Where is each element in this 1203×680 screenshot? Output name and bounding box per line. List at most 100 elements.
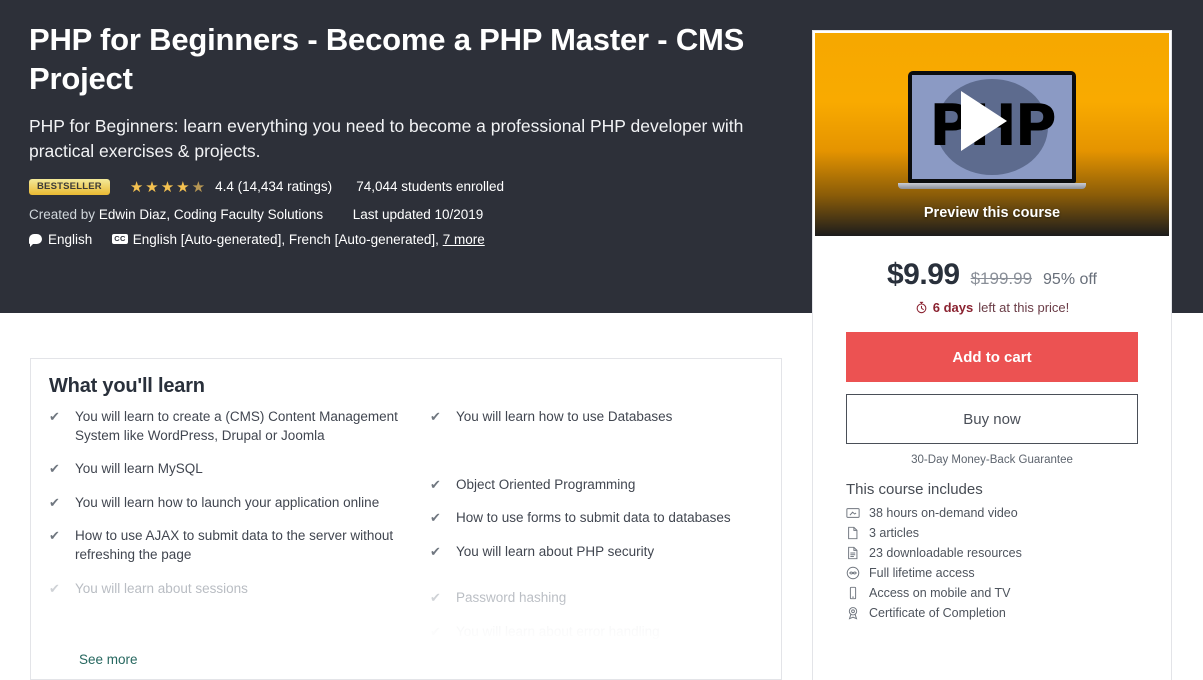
include-item: 38 hours on-demand video <box>846 503 1138 523</box>
learn-item-text: You will learn about error handling <box>456 623 660 639</box>
article-icon <box>848 526 858 540</box>
page-title: PHP for Beginners - Become a PHP Master … <box>29 22 745 97</box>
mobile-icon <box>849 586 857 600</box>
rating-number: 4.4 <box>215 179 234 195</box>
check-icon: ✔ <box>49 409 60 424</box>
created-by-label: Created by <box>29 206 96 222</box>
learn-item-text: You will learn about PHP security <box>456 543 655 559</box>
add-to-cart-button[interactable]: Add to cart <box>846 332 1138 382</box>
check-icon: ✔ <box>430 476 441 492</box>
original-price: $199.99 <box>970 269 1033 288</box>
preview-label: Preview this course <box>923 205 1061 221</box>
check-icon: ✔ <box>49 580 60 596</box>
learn-column-left: ✔ You will learn to create a (CMS) Conte… <box>49 407 406 655</box>
deadline-text: left at this price! <box>978 300 1070 315</box>
buy-now-button[interactable]: Buy now <box>846 394 1138 444</box>
learn-item: ✔ How to use forms to submit data to dat… <box>430 508 763 528</box>
language-row: English CC English [Auto-generated], Fre… <box>29 231 791 248</box>
students-enrolled: 74,044 students enrolled <box>356 179 505 195</box>
learn-item: ✔ You will learn about sessions <box>49 579 406 599</box>
include-item: Full lifetime access <box>846 563 1138 583</box>
what-you-will-learn-card: What you'll learn ✔ You will learn to cr… <box>30 358 782 680</box>
course-subtitle: PHP for Beginners: learn everything you … <box>29 116 744 161</box>
include-item: Certificate of Completion <box>846 603 1138 623</box>
learn-item: ✔ You will learn to create a (CMS) Conte… <box>49 407 406 445</box>
include-label: 38 hours on-demand video <box>869 506 1018 520</box>
check-icon: ✔ <box>430 623 441 639</box>
deadline-days: 6 days <box>932 300 974 315</box>
video-icon <box>846 508 860 518</box>
includes-heading: This course includes <box>846 481 983 498</box>
cta-button-group: Add to cart Buy now 30-Day Money-Back Gu… <box>813 315 1171 466</box>
learn-item-text: Object Oriented Programming <box>456 476 636 492</box>
learn-item: ✔ You will learn about PHP security <box>430 542 763 562</box>
check-icon: ✔ <box>430 590 441 605</box>
rating-count: (14,434 ratings) <box>237 179 333 195</box>
star-icon: ★ <box>145 178 160 196</box>
play-icon[interactable] <box>961 91 1007 151</box>
price-deadline: 6 days left at this price! <box>813 300 1171 315</box>
see-more-link[interactable]: See more <box>79 652 144 667</box>
check-icon: ✔ <box>430 543 441 559</box>
check-icon: ✔ <box>49 528 60 544</box>
learn-grid: ✔ You will learn to create a (CMS) Conte… <box>31 398 781 655</box>
rating-row: BESTSELLER ★ ★ ★ ★ ★ 4.4 (14,434 ratings… <box>29 178 791 196</box>
learn-item-text: You will learn how to use Databases <box>456 409 673 424</box>
current-price: $9.99 <box>887 258 960 291</box>
discount-percent: 95% off <box>1043 271 1097 288</box>
check-icon: ✔ <box>49 461 60 477</box>
learn-column-right: ✔ You will learn how to use Databases ✔ … <box>406 407 763 655</box>
learn-item: ✔ You will learn how to launch your appl… <box>49 493 406 513</box>
price-row: $9.99 $199.99 95% off <box>813 258 1171 292</box>
laptop-base <box>898 183 1086 189</box>
money-back-guarantee: 30-Day Money-Back Guarantee <box>911 454 1073 466</box>
captions-more-link[interactable]: 7 more <box>443 232 485 247</box>
creator-row: Created by Edwin Diaz, Coding Faculty So… <box>29 207 791 222</box>
download-icon <box>848 546 858 560</box>
include-item: 23 downloadable resources <box>846 543 1138 563</box>
include-label: Access on mobile and TV <box>869 586 1011 600</box>
check-icon: ✔ <box>49 494 60 510</box>
audio-language: English <box>48 231 93 247</box>
star-icon: ★ <box>176 178 191 196</box>
include-label: 3 articles <box>869 526 920 540</box>
course-preview-video[interactable]: PHP Preview this course <box>815 33 1169 236</box>
hero-content: PHP for Beginners - Become a PHP Master … <box>29 20 791 248</box>
speech-bubble-icon <box>29 234 42 248</box>
course-authors[interactable]: Edwin Diaz, Coding Faculty Solutions <box>99 207 323 222</box>
course-landing-page: PHP for Beginners - Become a PHP Master … <box>0 0 1203 680</box>
certificate-icon <box>848 607 858 620</box>
infinity-icon <box>846 566 860 580</box>
learn-item-text: Password hashing <box>456 590 567 605</box>
learn-heading: What you'll learn <box>49 375 205 397</box>
learn-item: ✔ How to use AJAX to submit data to the … <box>49 526 406 564</box>
include-label: Certificate of Completion <box>869 606 1006 620</box>
star-rating: ★ ★ ★ ★ ★ <box>130 178 206 196</box>
include-label: 23 downloadable resources <box>869 546 1022 560</box>
course-includes-section: This course includes 38 hours on-demand … <box>813 481 1171 623</box>
learn-item: ✔ You will learn MySQL <box>49 459 406 479</box>
learn-item: ✔ Object Oriented Programming <box>430 475 763 495</box>
learn-item-text: You will learn to create a (CMS) Content… <box>75 409 398 444</box>
bestseller-badge: BESTSELLER <box>29 179 110 195</box>
include-item: Access on mobile and TV <box>846 583 1138 603</box>
purchase-sidebar: PHP Preview this course $9.99 $199.99 95… <box>812 30 1172 680</box>
check-icon: ✔ <box>430 409 441 424</box>
learn-item-text: You will learn MySQL <box>75 461 203 477</box>
learn-item-text: How to use AJAX to submit data to the se… <box>75 528 394 563</box>
captions-list: English [Auto-generated], French [Auto-g… <box>132 231 439 247</box>
learn-item: ✔ You will learn about error handling <box>430 622 763 642</box>
learn-item: ✔ Password hashing <box>430 588 763 608</box>
rating-value: 4.4 (14,434 ratings) <box>215 179 332 194</box>
star-icon: ★ <box>129 178 145 196</box>
closed-caption-icon: CC <box>112 234 128 245</box>
star-half-icon: ★ <box>191 178 207 196</box>
learn-item-text: You will learn how to launch your applic… <box>75 494 380 510</box>
learn-item: ✔ You will learn how to use Databases <box>430 407 763 427</box>
learn-item-text: How to use forms to submit data to datab… <box>456 510 731 525</box>
check-icon: ✔ <box>430 510 441 525</box>
include-item: 3 articles <box>846 523 1138 543</box>
last-updated: Last updated 10/2019 <box>352 206 484 222</box>
timer-icon <box>916 301 927 314</box>
learn-item-text: You will learn about sessions <box>75 580 248 596</box>
